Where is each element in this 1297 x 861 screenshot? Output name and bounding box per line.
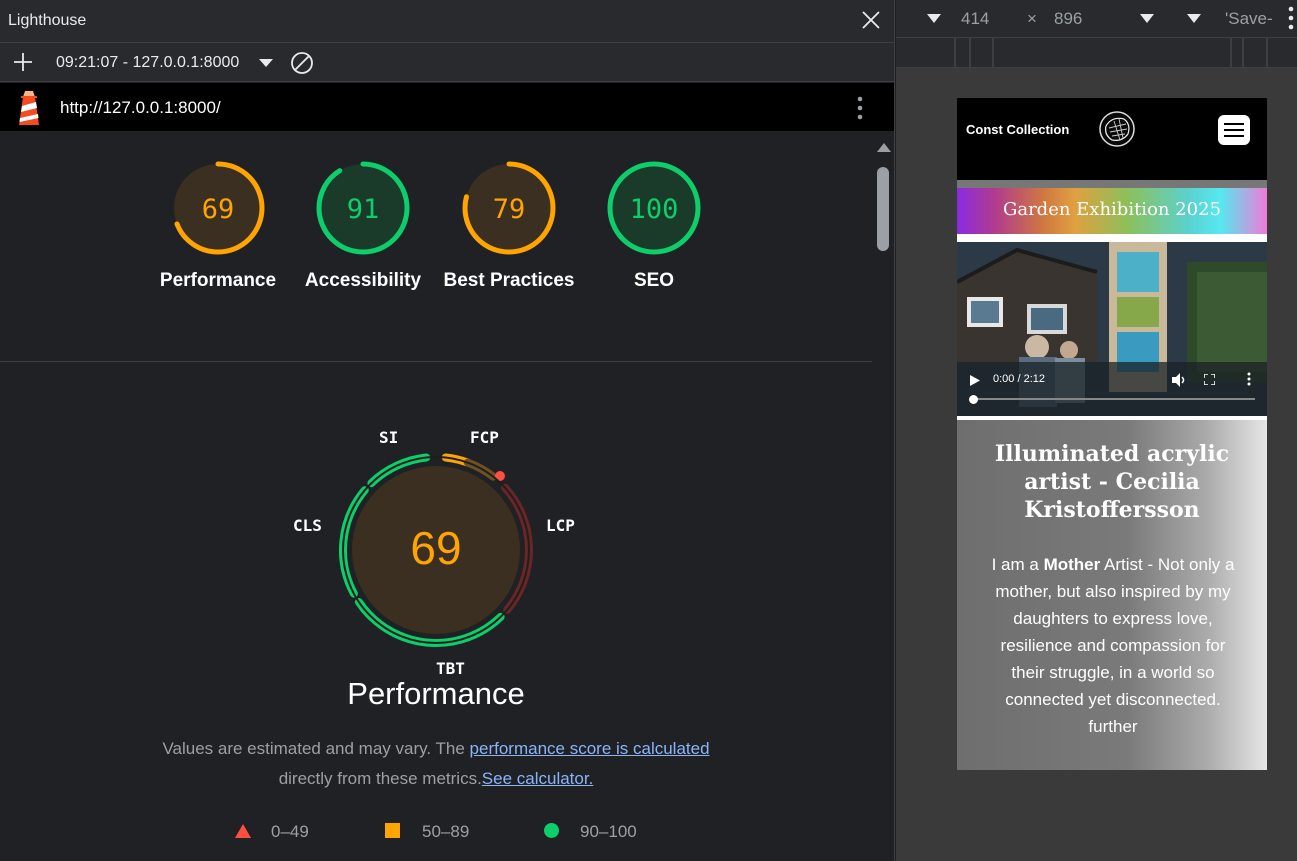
metric-label-cls: CLS [293, 516, 322, 535]
score-ring: 100 [607, 161, 701, 255]
more-options-icon[interactable] [1288, 6, 1294, 30]
viewport-height-input[interactable]: 896 [1054, 9, 1082, 29]
video-progress-thumb[interactable] [969, 395, 978, 404]
report-url: http://127.0.0.1:8000/ [60, 98, 221, 117]
exhibition-banner-text: Garden Exhibition 2025 [1002, 199, 1222, 220]
media-query-bar[interactable] [896, 38, 1297, 68]
legend-fail-label: 0–49 [271, 822, 309, 841]
throttle-select-chevron-icon[interactable] [1187, 14, 1201, 23]
close-icon[interactable] [859, 8, 883, 32]
category-gauge-accessibility[interactable]: 91 Accessibility [293, 158, 433, 296]
nav-spacer [957, 180, 1267, 188]
throttle-select[interactable]: 'Save- [1225, 9, 1273, 29]
see-calculator-link[interactable]: See calculator. [482, 769, 594, 788]
dimension-times: × [1027, 9, 1037, 28]
zoom-select-chevron-icon[interactable] [1140, 14, 1154, 23]
panel-title: Lighthouse [8, 12, 87, 29]
metric-label-fcp: FCP [470, 428, 499, 447]
report-toolbar: 09:21:07 - 127.0.0.1:8000 [0, 43, 894, 82]
category-score: 69 [202, 194, 235, 225]
new-report-icon[interactable] [12, 51, 34, 73]
viewport-width-input[interactable]: 414 [961, 9, 989, 29]
volume-icon[interactable] [1172, 373, 1186, 387]
category-label: Accessibility [304, 270, 422, 291]
panel-titlebar: Lighthouse [0, 0, 894, 43]
exhibition-banner[interactable]: Garden Exhibition 2025 [957, 188, 1267, 234]
video-more-icon[interactable] [1247, 372, 1251, 386]
note-text-2: directly from these metrics. [278, 769, 482, 788]
legend-average: 50–89 [385, 822, 469, 842]
legend-pass: 90–100 [544, 822, 637, 842]
intro-after: Artist - Not only a mother, but also ins… [995, 555, 1235, 736]
site-navbar: Const Collection [957, 98, 1267, 180]
category-gauge-performance[interactable]: 69 Performance [148, 158, 288, 296]
device-select-chevron-icon[interactable] [927, 14, 941, 23]
fullscreen-icon[interactable] [1204, 374, 1215, 385]
note-text: Values are estimated and may vary. The [162, 739, 465, 758]
artist-heading: Illuminated acrylic artist - Cecilia Kri… [994, 441, 1230, 523]
play-icon[interactable] [970, 375, 980, 386]
score-note-line1: Values are estimated and may vary. The p… [0, 739, 872, 759]
category-label: Performance [159, 270, 277, 291]
artist-intro-section: Illuminated acrylic artist - Cecilia Kri… [957, 420, 1267, 770]
category-score: 79 [493, 194, 526, 225]
legend-pass-label: 90–100 [580, 822, 637, 841]
score-calculated-link[interactable]: performance score is calculated [470, 739, 710, 758]
divider [0, 361, 872, 362]
video-time: 0:00 / 2:12 [993, 373, 1045, 385]
category-score: 91 [347, 194, 380, 225]
category-label: SEO [633, 270, 675, 291]
device-toolbar: 414 × 896 'Save- [896, 0, 1297, 38]
video-controls: 0:00 / 2:12 [957, 366, 1267, 416]
scrollbar-thumb[interactable] [877, 167, 889, 251]
chevron-down-icon[interactable] [258, 58, 274, 68]
site-logo-icon[interactable] [1098, 110, 1136, 148]
more-options-icon[interactable] [855, 95, 865, 121]
metric-label-si: SI [379, 428, 399, 447]
metric-label-lcp: LCP [546, 516, 575, 535]
category-label: Best Practices [443, 270, 575, 291]
site-brand[interactable]: Const Collection [966, 122, 1069, 137]
performance-score: 69 [410, 522, 461, 574]
score-ring: 69 [171, 161, 265, 255]
legend-average-label: 50–89 [422, 822, 470, 841]
devtools-window: Lighthouse 09:21:07 - 127.0.0.1:8000 htt… [0, 0, 1297, 861]
triangle-icon [235, 824, 251, 838]
category-score: 100 [630, 194, 679, 225]
intro-bold: Mother [1043, 555, 1101, 574]
video-progress-track[interactable] [973, 398, 1255, 400]
square-icon [385, 823, 400, 838]
report-selector[interactable]: 09:21:07 - 127.0.0.1:8000 [56, 54, 239, 72]
lighthouse-logo-icon [19, 91, 39, 125]
category-gauge-best-practices[interactable]: 79 Best Practices [439, 158, 579, 296]
legend-fail: 0–49 [235, 822, 309, 842]
scroll-up-icon[interactable] [877, 143, 891, 152]
artist-intro-text: I am a Mother Artist - Not only a mother… [985, 551, 1241, 740]
report-url-bar: http://127.0.0.1:8000/ [0, 83, 894, 131]
circle-icon [544, 823, 559, 838]
hamburger-menu-icon[interactable] [1218, 115, 1250, 145]
category-gauge-seo[interactable]: 100 SEO [584, 158, 724, 296]
clear-all-icon[interactable] [290, 51, 314, 75]
score-ring: 91 [316, 161, 410, 255]
exhibition-video[interactable]: 0:00 / 2:12 [957, 242, 1267, 416]
lighthouse-panel: Lighthouse 09:21:07 - 127.0.0.1:8000 htt… [0, 0, 895, 861]
performance-detail-gauge: 69 [339, 453, 533, 647]
score-ring: 79 [462, 161, 556, 255]
mobile-viewport: Const Collection Garden Exhibition 2025 [957, 98, 1267, 770]
report-scrollbar[interactable] [872, 131, 894, 861]
performance-title: Performance [347, 676, 525, 711]
intro-before: I am a [991, 555, 1039, 574]
score-note-line2: directly from these metrics.See calculat… [0, 769, 872, 789]
